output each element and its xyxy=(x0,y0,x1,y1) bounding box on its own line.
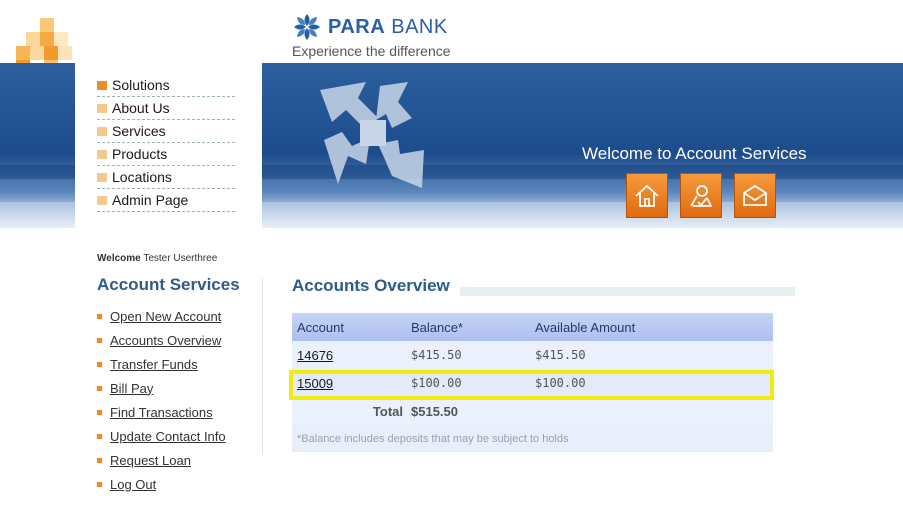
menu-item-solutions[interactable]: Solutions xyxy=(97,74,235,97)
menu-item-label: Solutions xyxy=(112,77,170,93)
link-request-loan: Request Loan xyxy=(97,448,226,472)
total-value: $515.50 xyxy=(411,403,458,419)
parabank-flower-icon xyxy=(294,14,320,40)
link-log-out: Log Out xyxy=(97,472,226,496)
title-rule xyxy=(460,287,795,296)
account-services-links: Open New Account Accounts Overview Trans… xyxy=(97,304,226,496)
menu-item-label: About Us xyxy=(112,100,170,116)
accounts-table: Account Balance* Available Amount 14676 … xyxy=(292,313,773,452)
bullet-icon xyxy=(97,457,102,463)
available-cell: $100.00 xyxy=(535,376,586,390)
welcome-label: Welcome xyxy=(97,253,141,264)
menu-item-label: Locations xyxy=(112,169,172,185)
brand-logo[interactable]: PARA BANK xyxy=(292,10,448,44)
welcome-user: Welcome Tester Userthree xyxy=(97,253,217,264)
menu-item-about-us[interactable]: About Us xyxy=(97,97,235,120)
header-account: Account xyxy=(297,319,344,335)
menu-item-products[interactable]: Products xyxy=(97,143,235,166)
banner-title: Welcome to Account Services xyxy=(582,144,807,163)
header-available: Available Amount xyxy=(535,319,636,335)
bullet-icon xyxy=(97,103,107,113)
home-button[interactable] xyxy=(626,173,668,218)
request-loan-link[interactable]: Request Loan xyxy=(110,453,191,468)
bullet-icon xyxy=(97,433,102,439)
bullet-icon xyxy=(97,385,102,391)
account-link[interactable]: 15009 xyxy=(297,376,333,391)
find-transactions-link[interactable]: Find Transactions xyxy=(110,405,213,420)
total-label: Total xyxy=(372,403,403,419)
table-header: Account Balance* Available Amount xyxy=(292,313,773,341)
balance-footnote: *Balance includes deposits that may be s… xyxy=(292,425,773,452)
logo-squares xyxy=(16,16,76,64)
sidebar-title: Account Services xyxy=(97,275,240,294)
link-accounts-overview: Accounts Overview xyxy=(97,328,226,352)
about-button[interactable] xyxy=(680,173,722,218)
contact-icon xyxy=(743,184,767,206)
total-row: Total $515.50 xyxy=(292,397,773,425)
open-new-account-link[interactable]: Open New Account xyxy=(110,309,221,324)
home-icon xyxy=(635,184,659,207)
link-open-new-account: Open New Account xyxy=(97,304,226,328)
page-title: Accounts Overview xyxy=(292,276,450,295)
table-row: 15009 $100.00 $100.00 xyxy=(292,369,773,397)
link-bill-pay: Bill Pay xyxy=(97,376,226,400)
menu-item-admin-page[interactable]: Admin Page xyxy=(97,189,235,212)
menu-item-services[interactable]: Services xyxy=(97,120,235,143)
banner-arrows-graphic xyxy=(320,82,424,188)
brand-name: PARA BANK xyxy=(328,16,448,39)
update-contact-info-link[interactable]: Update Contact Info xyxy=(110,429,226,444)
menu-item-label: Admin Page xyxy=(112,192,189,208)
main-menu: Solutions About Us Services Products Loc… xyxy=(97,74,235,212)
header-buttons xyxy=(626,173,776,218)
about-icon xyxy=(690,184,713,207)
bullet-icon xyxy=(97,149,107,159)
bullet-icon xyxy=(97,313,102,319)
bullet-icon xyxy=(97,126,107,136)
link-find-transactions: Find Transactions xyxy=(97,400,226,424)
bill-pay-link[interactable]: Bill Pay xyxy=(110,381,153,396)
table-row: 14676 $415.50 $415.50 xyxy=(292,341,773,369)
contact-button[interactable] xyxy=(734,173,776,218)
bullet-icon xyxy=(97,195,107,205)
link-update-contact-info: Update Contact Info xyxy=(97,424,226,448)
sidebar-divider xyxy=(262,278,263,454)
bullet-icon xyxy=(97,337,102,343)
bullet-icon xyxy=(97,481,102,487)
account-link[interactable]: 14676 xyxy=(297,348,333,363)
bullet-icon xyxy=(97,409,102,415)
link-transfer-funds: Transfer Funds xyxy=(97,352,226,376)
bullet-icon xyxy=(97,361,102,367)
user-name: Tester Userthree xyxy=(143,253,218,264)
log-out-link[interactable]: Log Out xyxy=(110,477,156,492)
accounts-overview-link[interactable]: Accounts Overview xyxy=(110,333,221,348)
brand-name-part1: PARA xyxy=(328,15,386,38)
tagline: Experience the difference xyxy=(292,43,451,59)
balance-cell: $100.00 xyxy=(411,376,462,390)
transfer-funds-link[interactable]: Transfer Funds xyxy=(110,357,198,372)
available-cell: $415.50 xyxy=(535,348,586,362)
menu-item-locations[interactable]: Locations xyxy=(97,166,235,189)
bullet-icon xyxy=(97,80,107,90)
bullet-icon xyxy=(97,172,107,182)
menu-item-label: Products xyxy=(112,146,168,162)
balance-cell: $415.50 xyxy=(411,348,462,362)
header-balance: Balance* xyxy=(411,319,464,335)
menu-item-label: Services xyxy=(112,123,166,139)
brand-name-part2: BANK xyxy=(391,15,448,38)
